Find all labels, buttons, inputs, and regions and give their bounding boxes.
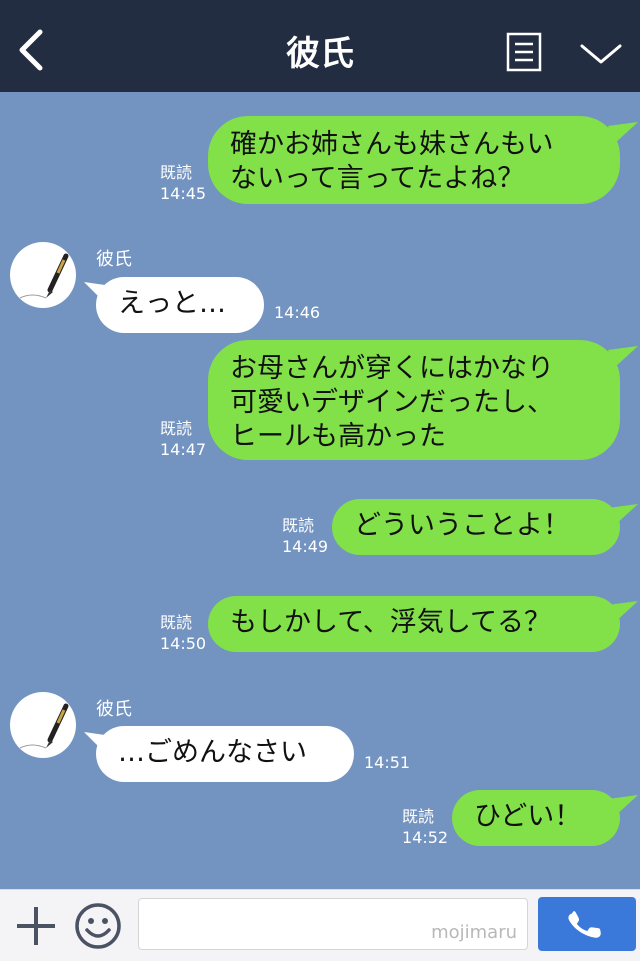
sender-name: 彼氏	[96, 249, 132, 270]
message-time: 14:50	[160, 634, 207, 653]
read-receipt: 既読	[402, 807, 435, 826]
avatar[interactable]	[10, 692, 76, 758]
message-time: 14:47	[160, 440, 207, 459]
bubble-tail	[608, 122, 638, 144]
message-line: どういうことよ！	[354, 510, 570, 541]
message-line: もしかして、浮気してる？	[230, 607, 552, 638]
message-time: 14:46	[274, 303, 321, 322]
message-meta: 既読 14:45	[160, 162, 206, 204]
message-meta: 既読 14:47	[160, 418, 206, 460]
my-message-bubble[interactable]: ひどい！	[452, 790, 620, 846]
message-time: 14:45	[160, 184, 207, 203]
pen-icon	[19, 253, 69, 299]
message-time: 14:49	[282, 537, 329, 556]
message-line: えっと…	[118, 288, 226, 319]
bubble-tail	[608, 795, 638, 817]
message-time: 14:51	[364, 753, 411, 772]
message-meta: 既読 14:50	[160, 612, 206, 654]
bubble-tail	[608, 346, 638, 368]
message-line: 可愛いデザインだったし、	[230, 387, 554, 418]
read-receipt: 既読	[160, 613, 193, 632]
bubble-tail	[608, 504, 638, 526]
message-input-bar: mojimaru	[0, 889, 640, 961]
message-meta: 既読 14:52	[402, 806, 448, 848]
watermark-text: mojimaru	[431, 922, 517, 943]
avatar[interactable]	[10, 242, 76, 308]
call-button[interactable]	[538, 897, 636, 951]
message-line: ヒールも高かった	[230, 421, 446, 452]
my-message-bubble[interactable]: どういうことよ！	[332, 499, 620, 555]
memo-icon[interactable]	[506, 32, 542, 72]
message-line: …ごめんなさい	[118, 737, 307, 768]
message-time: 14:52	[402, 828, 449, 847]
read-receipt: 既読	[160, 419, 193, 438]
plus-icon[interactable]	[14, 904, 58, 948]
sender-name: 彼氏	[96, 699, 132, 720]
message-input[interactable]: mojimaru	[138, 898, 528, 950]
message-line: お母さんが穿くにはかなり	[230, 353, 554, 384]
message-line: ひどい！	[474, 801, 582, 832]
message-line: ないって言ってたよね？	[230, 163, 525, 194]
message-line: 確かお姉さんも妹さんもい	[230, 129, 554, 160]
their-message-bubble[interactable]: えっと…	[96, 277, 264, 333]
chevron-down-icon[interactable]	[578, 38, 624, 68]
chat-header: 彼氏	[0, 0, 640, 92]
my-message-bubble[interactable]: 確かお姉さんも妹さんもい ないって言ってたよね？	[208, 116, 620, 204]
my-message-bubble[interactable]: もしかして、浮気してる？	[208, 596, 620, 652]
smiley-icon[interactable]	[74, 902, 122, 950]
my-message-bubble[interactable]: お母さんが穿くにはかなり 可愛いデザインだったし、 ヒールも高かった	[208, 340, 620, 460]
phone-icon	[568, 911, 601, 938]
pen-icon	[19, 703, 69, 749]
their-message-bubble[interactable]: …ごめんなさい	[96, 726, 354, 782]
chat-title: 彼氏	[286, 34, 354, 74]
read-receipt: 既読	[282, 516, 315, 535]
read-receipt: 既読	[160, 163, 193, 182]
message-meta: 既読 14:49	[282, 515, 328, 557]
bubble-tail	[608, 601, 638, 623]
